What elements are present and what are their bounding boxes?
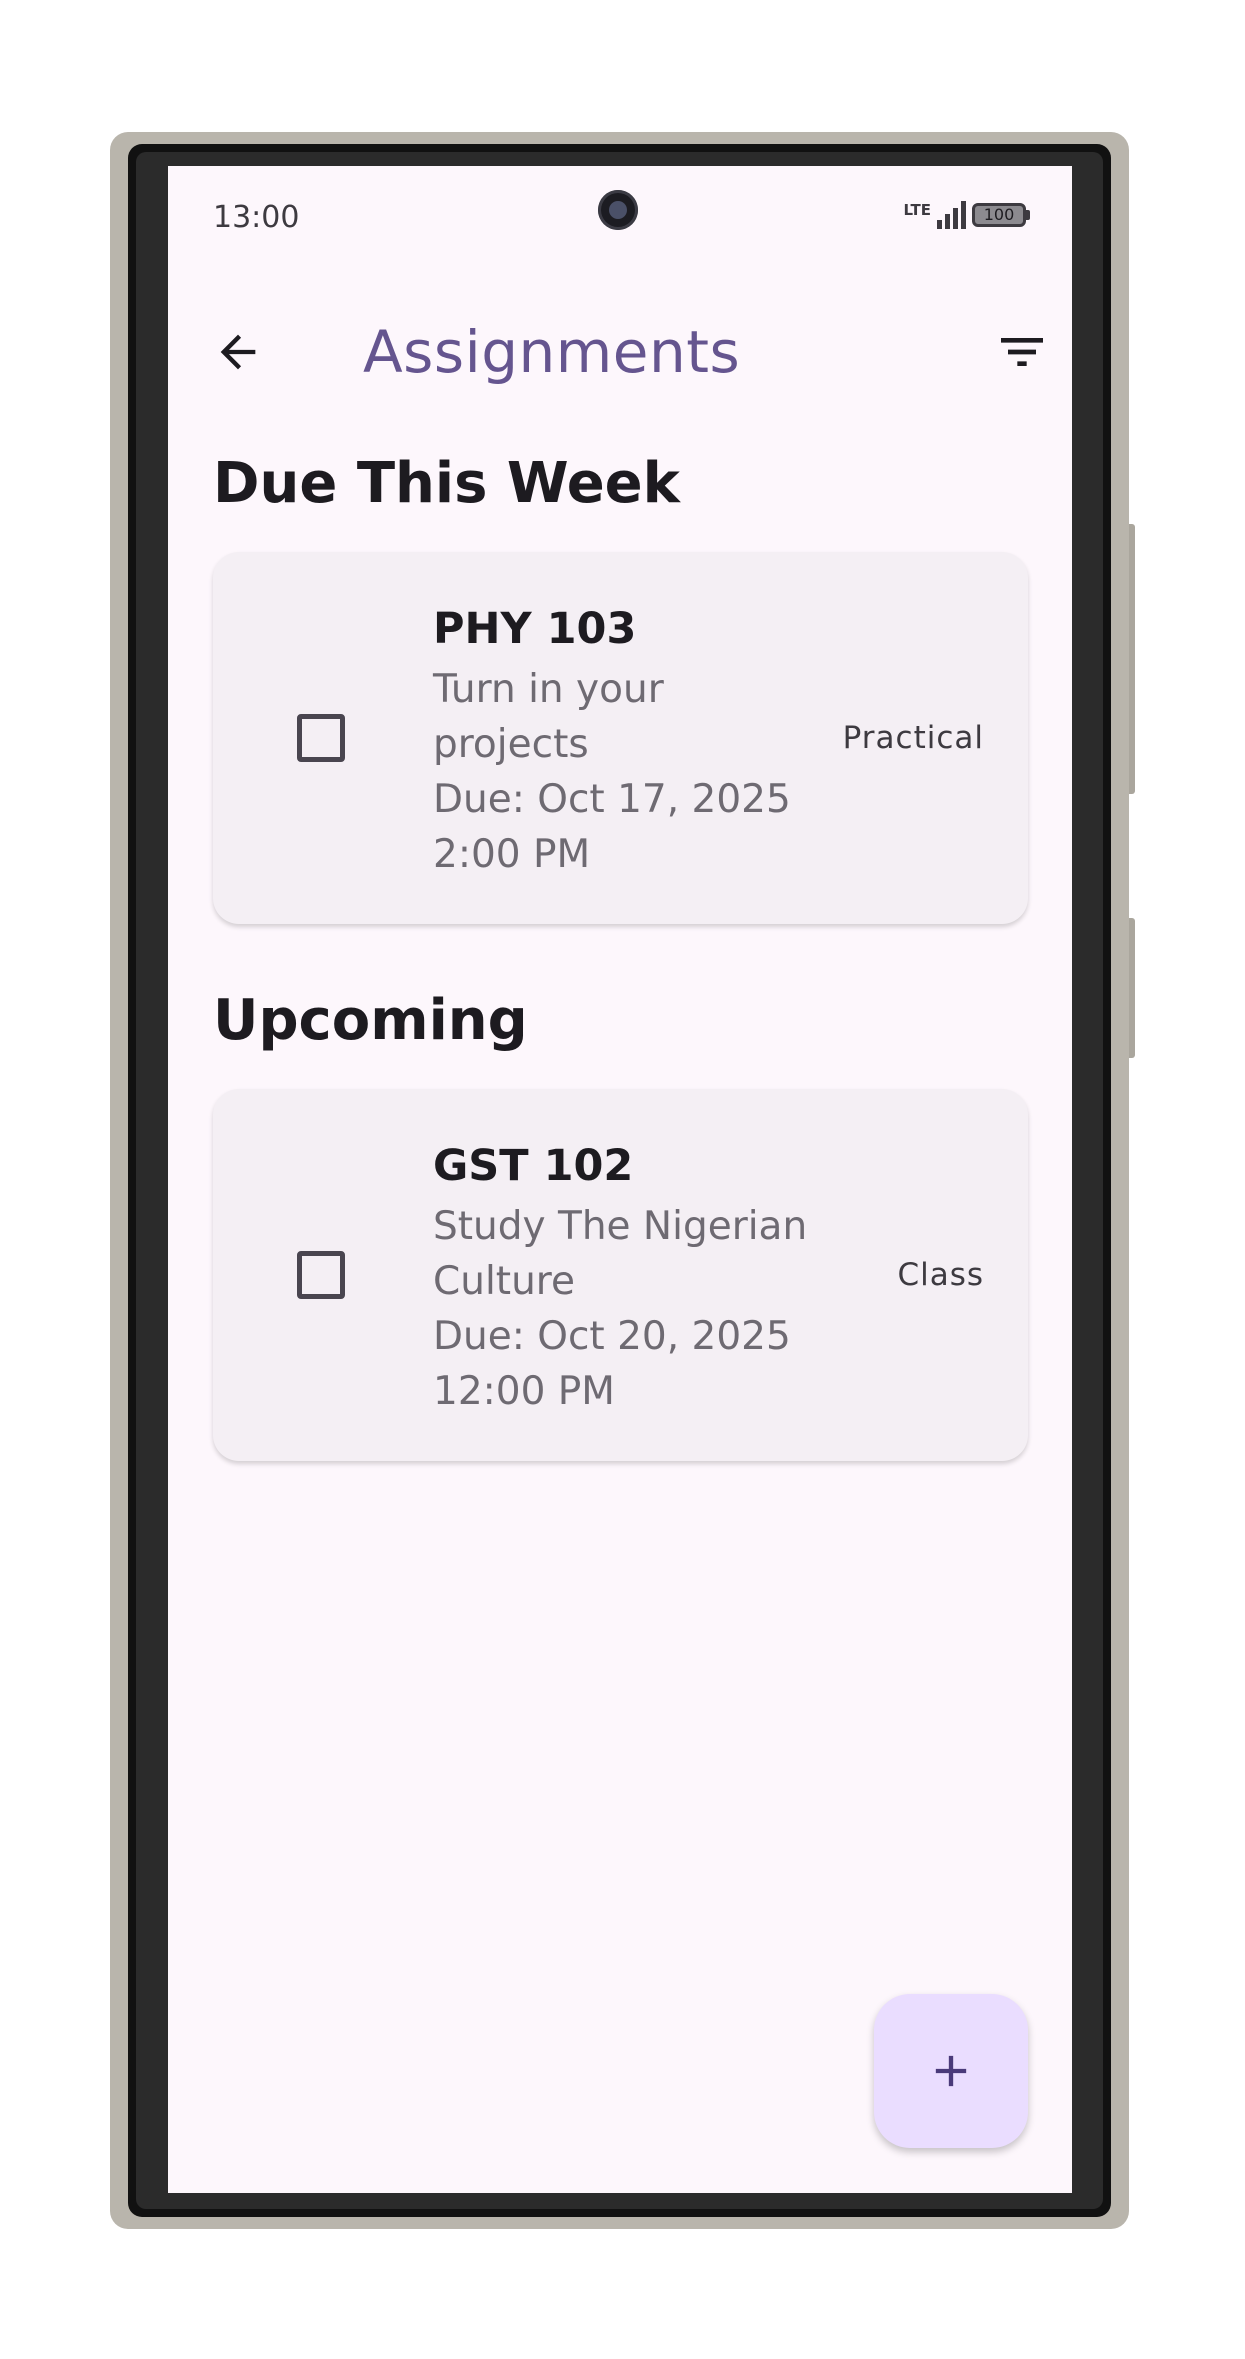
arrow-left-icon	[220, 334, 256, 370]
back-button[interactable]	[208, 322, 268, 382]
due-date: Due: Oct 17, 2025	[433, 777, 791, 822]
due-time: 12:00 PM	[433, 1369, 615, 1414]
battery-icon: 100	[972, 203, 1030, 227]
due-time: 2:00 PM	[433, 832, 591, 877]
app-bar: Assignments	[168, 296, 1072, 406]
course-code: GST 102	[433, 1141, 634, 1191]
assignment-card[interactable]: GST 102 Study The Nigerian Culture Due: …	[213, 1089, 1028, 1461]
signal-icon	[937, 201, 966, 229]
assignment-checkbox[interactable]	[297, 714, 345, 762]
plus-icon	[935, 2055, 967, 2087]
front-camera	[598, 190, 638, 230]
assignment-type: Class	[897, 1257, 984, 1293]
volume-button	[1129, 524, 1135, 794]
filter-button[interactable]	[992, 322, 1052, 382]
section-title-upcoming: Upcoming	[213, 988, 528, 1053]
network-type: LTE	[903, 201, 931, 219]
assignment-card[interactable]: PHY 103 Turn in your projects Due: Oct 1…	[213, 552, 1028, 924]
page-title: Assignments	[363, 318, 741, 386]
assignment-description: Turn in your projects	[433, 667, 664, 767]
assignment-checkbox[interactable]	[297, 1251, 345, 1299]
power-button	[1129, 918, 1135, 1058]
assignment-type: Practical	[842, 720, 984, 756]
filter-list-icon	[1001, 338, 1043, 366]
due-date: Due: Oct 20, 2025	[433, 1314, 791, 1359]
course-code: PHY 103	[433, 604, 637, 654]
status-bar: 13:00 LTE 100	[168, 166, 1072, 266]
section-title-due-this-week: Due This Week	[213, 451, 680, 516]
app-screen: 13:00 LTE 100 Assignments Due This Week …	[168, 166, 1072, 2193]
status-icons: LTE 100	[903, 198, 1030, 232]
status-time: 13:00	[213, 200, 300, 235]
assignment-description: Study The Nigerian Culture	[433, 1204, 808, 1304]
add-assignment-button[interactable]	[874, 1994, 1028, 2148]
battery-level: 100	[972, 203, 1026, 227]
